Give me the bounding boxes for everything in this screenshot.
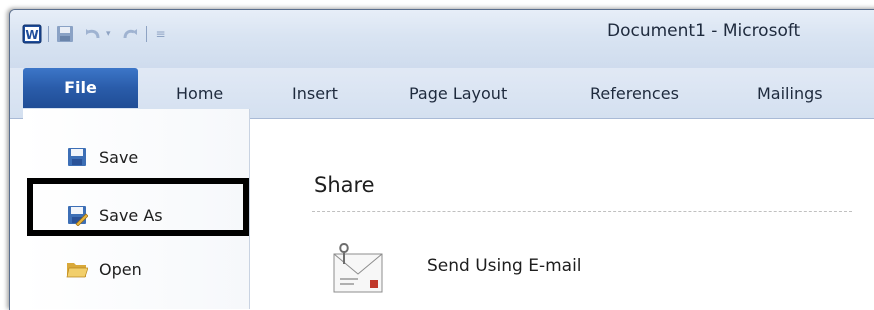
tab-references[interactable]: References bbox=[590, 79, 679, 109]
section-divider bbox=[312, 211, 852, 212]
nav-item-open[interactable]: Open bbox=[23, 249, 249, 289]
tab-page-layout[interactable]: Page Layout bbox=[409, 79, 507, 109]
section-heading: Share bbox=[314, 173, 375, 197]
nav-item-save[interactable]: Save bbox=[23, 137, 249, 177]
tab-mailings[interactable]: Mailings bbox=[757, 79, 823, 109]
window-title: Document1 - Microsoft bbox=[607, 21, 801, 41]
tab-home[interactable]: Home bbox=[176, 79, 223, 109]
undo-icon[interactable] bbox=[83, 24, 103, 44]
quick-access-toolbar: W ▾ ≡ bbox=[22, 22, 169, 46]
tab-insert[interactable]: Insert bbox=[292, 79, 338, 109]
open-folder-icon bbox=[66, 258, 89, 280]
svg-text:W: W bbox=[25, 28, 38, 42]
save-icon[interactable] bbox=[55, 24, 75, 44]
send-email-label: Send Using E-mail bbox=[427, 256, 582, 276]
redo-icon[interactable] bbox=[120, 24, 140, 44]
tab-file[interactable]: File bbox=[23, 68, 138, 108]
toolbar-separator bbox=[48, 26, 49, 42]
save-icon bbox=[66, 146, 88, 168]
word-app-icon[interactable]: W bbox=[22, 24, 42, 44]
nav-item-label: Open bbox=[99, 259, 142, 279]
highlight-frame bbox=[27, 178, 249, 236]
chevron-down-icon[interactable]: ▾ bbox=[106, 29, 111, 39]
send-email-item[interactable] bbox=[330, 240, 386, 300]
toolbar-separator bbox=[145, 26, 147, 42]
nav-item-label: Save bbox=[99, 147, 139, 167]
email-icon bbox=[330, 240, 386, 300]
customize-qat-icon[interactable]: ≡ bbox=[156, 27, 166, 41]
